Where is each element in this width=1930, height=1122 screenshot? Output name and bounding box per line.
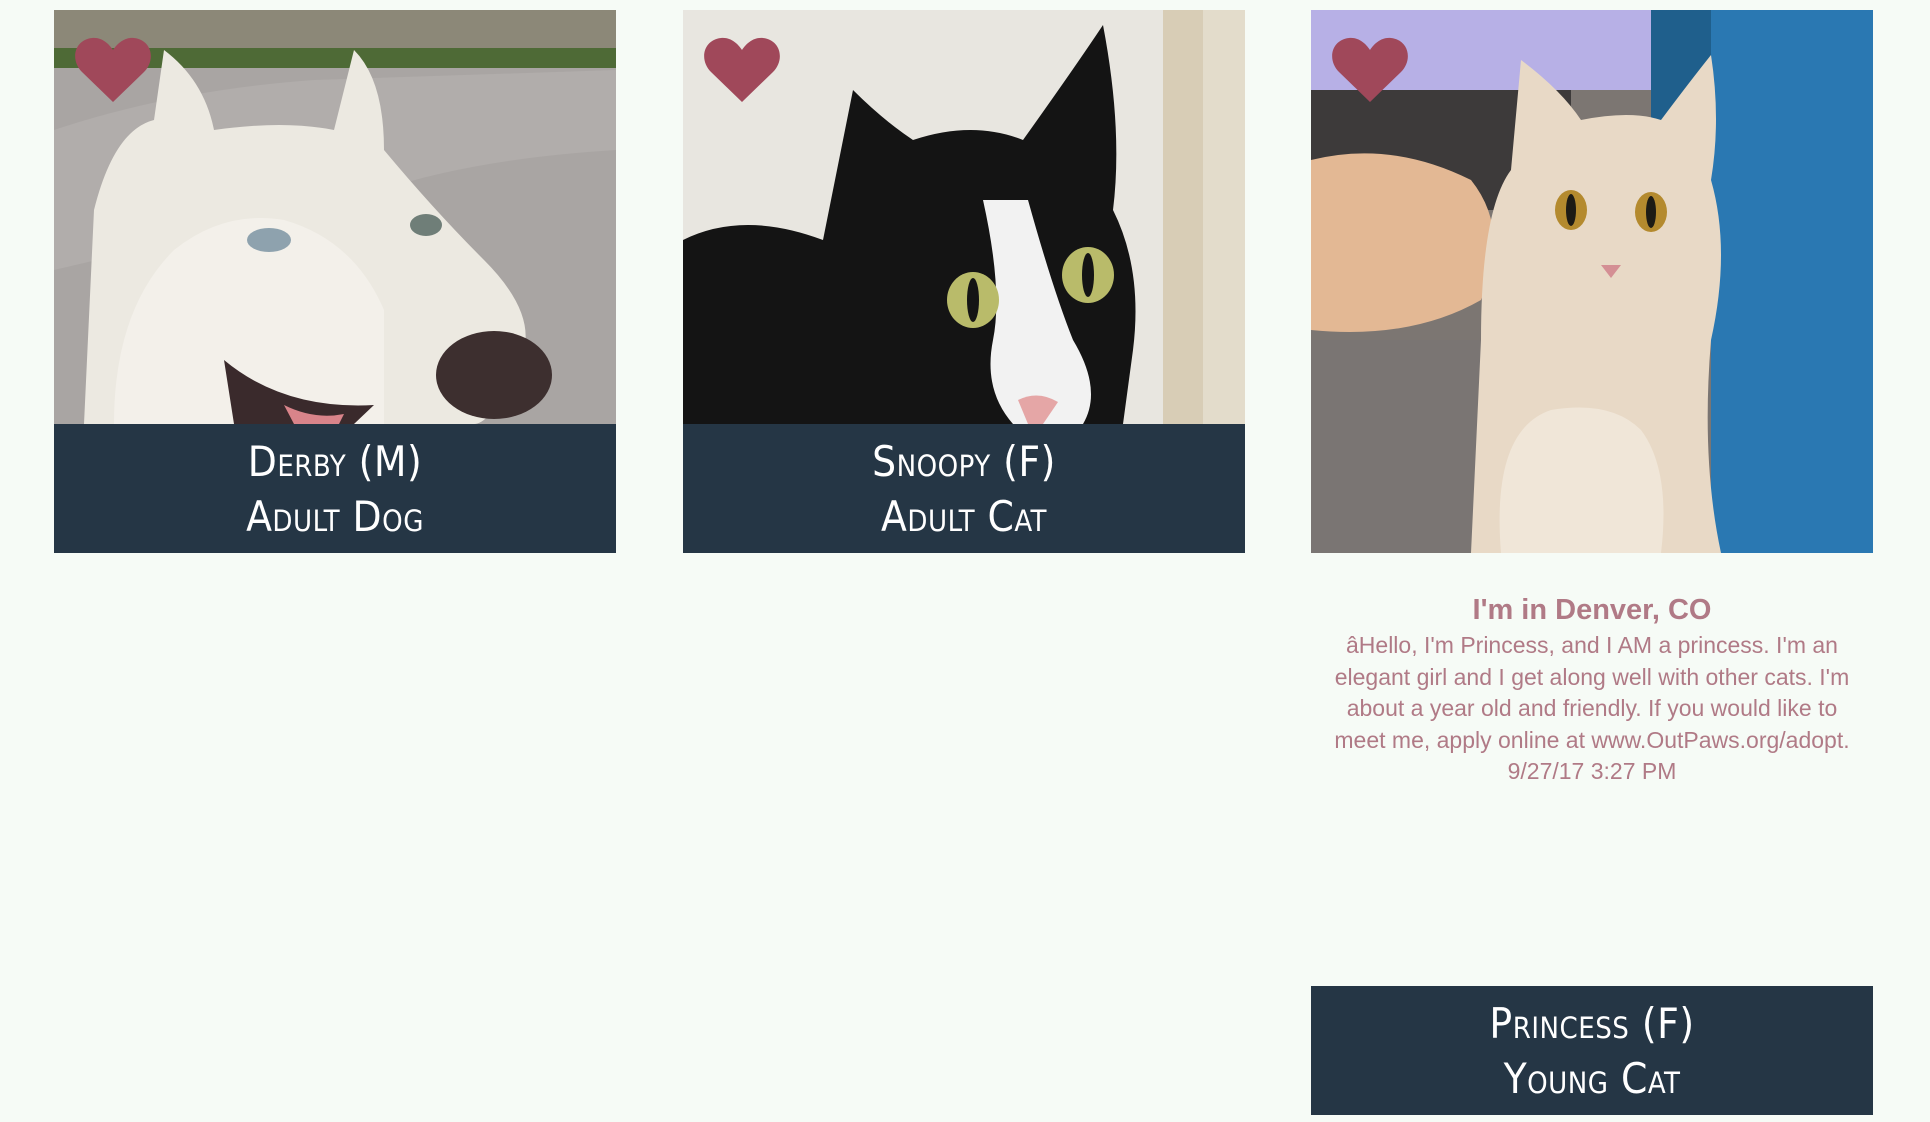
favorite-heart-icon[interactable] [703, 36, 781, 102]
pet-grid: Derby (M) Adult Dog Snoopy (F) Adult Cat… [0, 0, 1930, 1122]
pet-card-snoopy[interactable]: Snoopy (F) Adult Cat [683, 10, 1245, 553]
pet-photo-princess[interactable] [1311, 10, 1873, 553]
pet-card-derby[interactable]: Derby (M) Adult Dog [54, 10, 616, 553]
pet-type: Young Cat [1503, 1054, 1681, 1103]
pet-caption[interactable]: Princess (F) Young Cat [1311, 986, 1873, 1115]
pet-type: Adult Dog [246, 492, 424, 541]
pet-description: âHello, I'm Princess, and I AM a princes… [1334, 632, 1850, 753]
pet-card-princess[interactable]: I'm in Denver, CO âHello, I'm Princess, … [1311, 10, 1873, 1115]
favorite-heart-icon[interactable] [74, 36, 152, 102]
pet-type: Adult Cat [881, 492, 1047, 541]
pet-photo-derby[interactable] [54, 10, 616, 424]
pet-timestamp: 9/27/17 3:27 PM [1507, 758, 1677, 784]
pet-details: I'm in Denver, CO âHello, I'm Princess, … [1311, 590, 1873, 788]
pet-caption[interactable]: Snoopy (F) Adult Cat [683, 424, 1245, 553]
favorite-heart-icon[interactable] [1331, 36, 1409, 102]
pet-location: I'm in Denver, CO [1472, 594, 1712, 626]
pet-name: Derby (M) [247, 437, 423, 486]
pet-name: Princess (F) [1489, 999, 1695, 1048]
pet-caption[interactable]: Derby (M) Adult Dog [54, 424, 616, 553]
pet-photo-snoopy[interactable] [683, 10, 1245, 424]
pet-name: Snoopy (F) [872, 437, 1056, 486]
